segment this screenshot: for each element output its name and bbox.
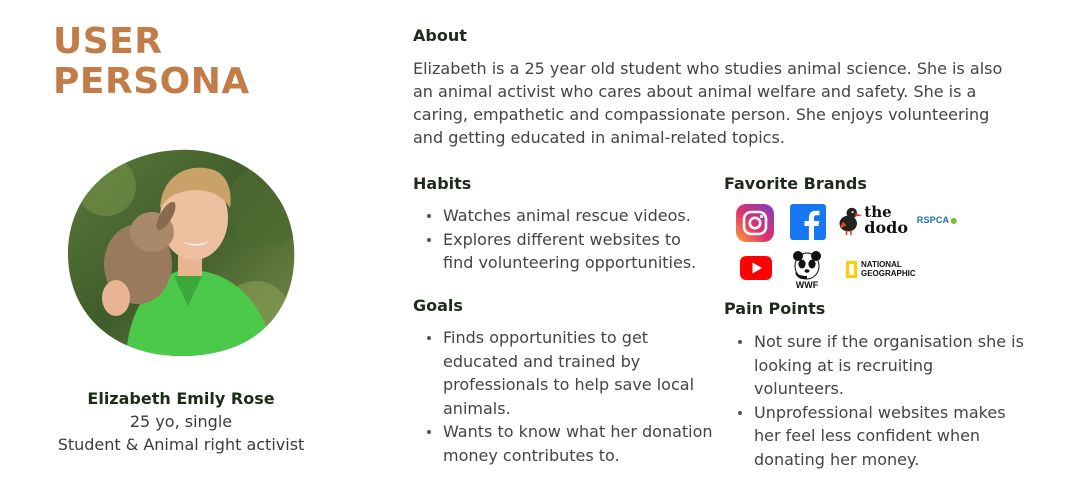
goals-heading: Goals (413, 296, 463, 315)
pain-points-list: Not sure if the organisation she is look… (724, 330, 1024, 471)
list-item: Unprofessional websites makes her feel l… (724, 401, 1024, 472)
brands-heading: Favorite Brands (724, 174, 867, 193)
about-heading: About (413, 26, 467, 45)
goals-list: Finds opportunities to get educated and … (413, 326, 713, 467)
wwf-text: WWF (795, 280, 819, 290)
youtube-icon (740, 256, 772, 280)
dodo-bird-icon (839, 207, 863, 235)
list-item: Wants to know what her donation money co… (413, 420, 713, 467)
instagram-icon (736, 204, 774, 242)
natgeo-frame-icon (846, 260, 857, 278)
persona-name: Elizabeth Emily Rose (87, 389, 275, 408)
the-dodo-logo: the dodo (836, 200, 908, 240)
list-item: Finds opportunities to get educated and … (413, 326, 713, 420)
rspca-logo: RSPCA ● (916, 215, 958, 225)
title-line-2: PERSONA (53, 61, 250, 102)
about-text: Elizabeth is a 25 year old student who s… (413, 59, 1003, 147)
title-line-1: USER (53, 21, 163, 62)
list-item: Explores different websites to find volu… (413, 228, 713, 275)
persona-age-status: 25 yo, single (129, 412, 233, 431)
persona-occupation: Student & Animal right activist (57, 435, 305, 454)
natgeo-text-line1: NATIONAL (861, 260, 902, 269)
panda-icon (793, 251, 821, 280)
pain-points-heading: Pain Points (724, 299, 826, 318)
rspca-paw-icon: ● (950, 215, 958, 225)
national-geographic-logo: NATIONAL GEOGRAPHIC (846, 258, 926, 280)
list-item: Not sure if the organisation she is look… (724, 330, 1024, 401)
habits-heading: Habits (413, 174, 472, 193)
page-title: USER PERSONA (53, 22, 250, 102)
list-item: Watches animal rescue videos. (413, 204, 713, 228)
facebook-icon (790, 204, 826, 240)
habits-list: Watches animal rescue videos. Explores d… (413, 204, 713, 275)
persona-info: Elizabeth Emily Rose 25 yo, single Stude… (40, 388, 322, 456)
persona-photo (68, 149, 295, 357)
natgeo-text-line2: GEOGRAPHIC (861, 269, 916, 278)
wwf-logo: WWF (788, 248, 826, 292)
dodo-text-line2: dodo (864, 218, 908, 237)
